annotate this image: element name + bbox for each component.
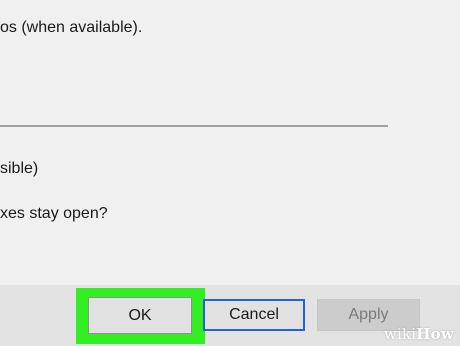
ok-button[interactable]: OK (88, 297, 192, 334)
option-text-visible: sible) (0, 160, 39, 177)
separator-line (0, 125, 388, 127)
cancel-button[interactable]: Cancel (203, 299, 305, 331)
option-text-boxes-stay-open: xes stay open? (0, 205, 108, 222)
option-text-when-available: os (when available). (0, 19, 143, 36)
wikihow-watermark-logo: wikiHow (383, 325, 454, 343)
dialog-body: os (when available). sible) xes stay ope… (0, 0, 460, 285)
